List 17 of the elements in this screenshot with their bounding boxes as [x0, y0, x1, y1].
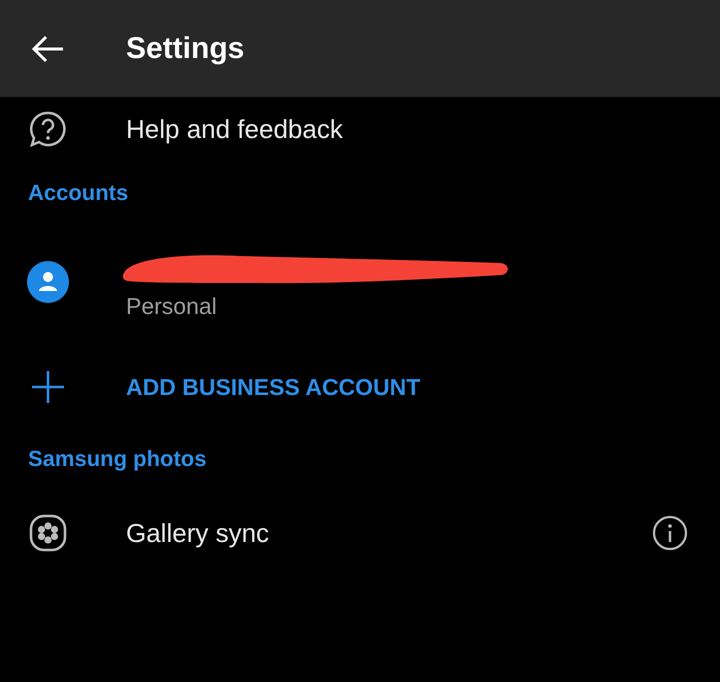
item-label: ADD BUSINESS ACCOUNT	[126, 374, 422, 400]
account-item[interactable]: Personal	[0, 221, 720, 343]
section-header: Samsung photos	[27, 445, 208, 473]
section-header: Accounts	[27, 179, 130, 207]
settings-item[interactable]: Help and feedback	[0, 97, 720, 161]
info-icon[interactable]	[652, 515, 688, 551]
settings-item[interactable]: ADD BUSINESS ACCOUNT	[0, 343, 720, 431]
plus-icon	[30, 369, 66, 405]
screen-title: Settings	[126, 32, 244, 66]
flower-icon	[29, 514, 67, 552]
help-icon	[29, 110, 67, 148]
account-avatar-icon	[27, 261, 69, 303]
item-label: Help and feedback	[126, 114, 344, 144]
item-label: Gallery sync	[126, 518, 270, 548]
account-type: Personal	[126, 292, 218, 320]
back-arrow-icon[interactable]	[31, 34, 65, 64]
settings-item[interactable]: Gallery sync	[0, 487, 720, 579]
